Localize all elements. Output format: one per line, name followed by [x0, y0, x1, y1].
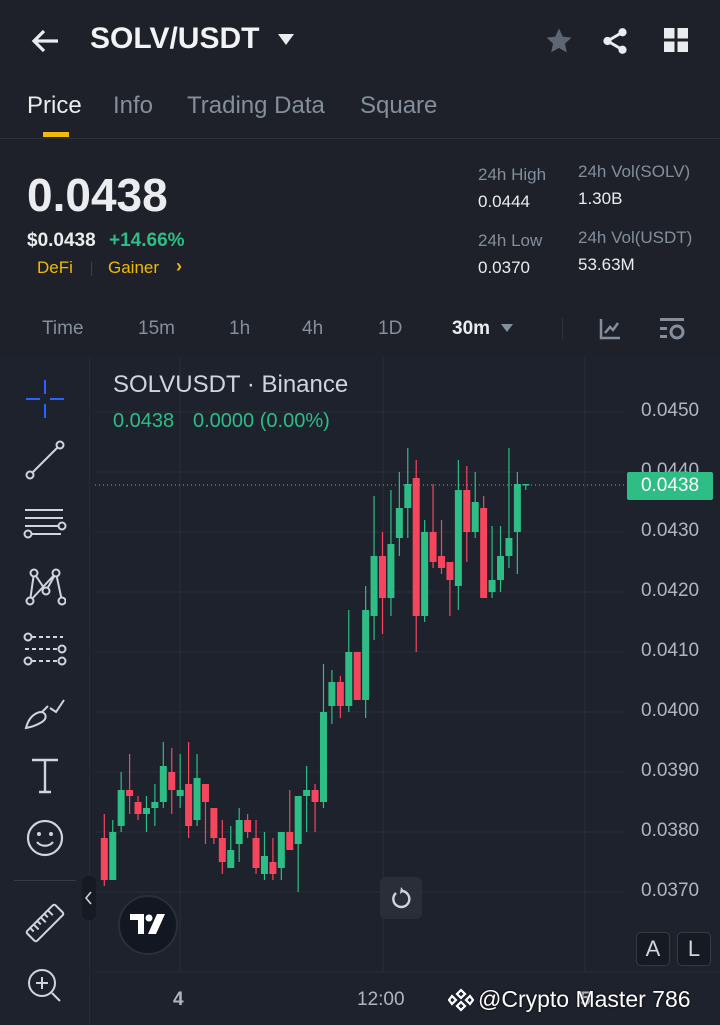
candle-body	[446, 562, 454, 580]
candle-body	[142, 808, 150, 814]
candle-body	[311, 790, 319, 802]
current-price-label: 0.0438	[627, 472, 713, 500]
pattern-icon	[25, 568, 66, 606]
price-axis-label: 0.0420	[641, 580, 700, 601]
candle-body	[227, 850, 235, 868]
candle-body	[201, 784, 209, 802]
brush-tool[interactable]	[22, 690, 68, 736]
candle-body	[319, 712, 327, 802]
price-axis-label: 0.0450	[641, 400, 700, 421]
candle-body	[117, 790, 125, 826]
candle-body	[218, 838, 226, 862]
candle-body	[463, 490, 471, 532]
candle-body	[412, 478, 420, 616]
candle-body	[362, 610, 370, 700]
candle-body	[151, 802, 159, 808]
candle-body	[505, 538, 513, 556]
price-axis-label: 0.0400	[641, 700, 700, 721]
measure-tool[interactable]	[22, 900, 68, 946]
candle-body	[294, 796, 302, 844]
tradingview-logo[interactable]	[118, 895, 178, 955]
watermark-text: @Crypto Master 786	[478, 986, 691, 1012]
time-label: 4	[173, 989, 184, 1010]
price-axis-label: 0.0390	[641, 760, 700, 781]
watermark: @Crypto Master 786	[448, 986, 691, 1013]
candle-body	[353, 652, 361, 700]
candle-body	[109, 832, 117, 880]
horizontal-lines-icon	[23, 509, 67, 539]
binance-logo-icon	[448, 987, 474, 1012]
candlestick-chart[interactable]	[0, 0, 720, 1025]
candle-body	[126, 790, 134, 796]
ohlc-price: 0.0438	[113, 410, 175, 432]
log-scale-button[interactable]: L	[677, 932, 711, 966]
auto-scale-button[interactable]: A	[636, 932, 670, 966]
brush-icon	[24, 699, 65, 730]
candle-body	[387, 544, 395, 598]
price-axis-label: 0.0370	[641, 880, 700, 901]
candle-body	[269, 862, 277, 874]
candle-body	[497, 556, 505, 580]
candle-body	[244, 820, 252, 832]
candle-body	[168, 772, 176, 790]
crosshair-tool[interactable]	[22, 376, 68, 422]
zoom-in-tool[interactable]	[22, 963, 68, 1009]
divider	[14, 880, 76, 881]
ruler-icon	[25, 903, 65, 943]
candle-body	[100, 838, 108, 880]
reset-chart-button[interactable]	[380, 877, 422, 919]
candle-body	[235, 820, 243, 844]
collapse-toolbar-button[interactable]	[82, 876, 96, 920]
time-label: 12:00	[357, 989, 405, 1010]
candle-body	[513, 484, 521, 532]
candle-body	[277, 832, 285, 868]
price-axis-label: 0.0430	[641, 520, 700, 541]
chevron-left-icon	[85, 891, 92, 905]
candle-body	[252, 838, 260, 868]
candle-body	[471, 502, 479, 532]
smiley-icon	[26, 819, 64, 857]
prediction-icon	[23, 632, 67, 666]
text-icon	[32, 758, 58, 794]
candle-body	[260, 856, 268, 874]
crosshair-icon	[26, 380, 64, 418]
trendline-tool[interactable]	[22, 437, 68, 483]
tradingview-logo-icon	[130, 914, 165, 934]
candle-body	[134, 802, 142, 814]
fib-tool[interactable]	[22, 500, 68, 546]
candle-body	[429, 532, 437, 562]
candle-body	[193, 778, 201, 820]
ohlc-change: 0.0000 (0.00%)	[193, 410, 330, 432]
candle-body	[395, 508, 403, 538]
price-axis-label: 0.0380	[641, 820, 700, 841]
candle-body	[488, 580, 496, 592]
text-tool[interactable]	[22, 752, 68, 798]
candle-body	[454, 490, 462, 586]
candle-body	[286, 832, 294, 850]
candle-body	[210, 808, 218, 838]
candle-body	[303, 790, 311, 796]
candle-body	[159, 766, 167, 802]
trendline-icon	[25, 440, 65, 480]
pattern-tool[interactable]	[22, 563, 68, 609]
candle-body	[336, 682, 344, 706]
candle-body	[328, 682, 336, 706]
candle-body	[404, 484, 412, 508]
price-axis-label: 0.0410	[641, 640, 700, 661]
candle-body	[185, 784, 193, 826]
zoom-in-icon	[28, 969, 61, 1002]
prediction-tool[interactable]	[22, 627, 68, 673]
chart-symbol: SOLVUSDT · Binance	[113, 371, 349, 398]
reset-icon	[392, 887, 411, 909]
emoji-tool[interactable]	[22, 815, 68, 861]
candle-body	[176, 790, 184, 796]
candle-body	[370, 556, 378, 616]
candle-body	[480, 508, 488, 598]
candle-body	[438, 556, 445, 568]
candle-body	[345, 652, 353, 706]
candle-body	[421, 532, 429, 616]
candle-body	[378, 556, 386, 598]
